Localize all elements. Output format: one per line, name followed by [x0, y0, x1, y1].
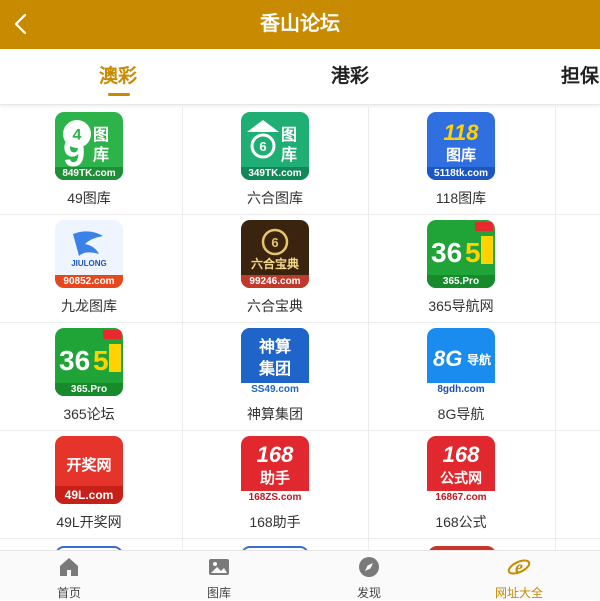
active-tab-indicator [108, 93, 130, 96]
page-title: 香山论坛 [260, 13, 340, 35]
svg-text:图库: 图库 [446, 146, 476, 164]
site-tile-16867[interactable]: 168 公式网 16867.com 168公式 [368, 430, 554, 538]
site-label: 九龙图库 [61, 298, 117, 314]
browser-e-icon: e [507, 557, 531, 577]
svg-text:5: 5 [93, 345, 109, 376]
site-tile-99246[interactable]: 6 六合宝典 99246.com 六合宝典 [182, 214, 368, 322]
site-logo-icon: 118 图库 5118tk.com [427, 112, 495, 180]
svg-text:神算: 神算 [259, 337, 291, 356]
site-tile-5118tk[interactable]: 118 图库 5118tk.com 118图库 [368, 106, 554, 214]
site-tile-365pro-forum[interactable]: 36 5 365.Pro 365论坛 [0, 322, 182, 430]
compass-icon [359, 557, 379, 577]
site-grid: 4 9 图 库 849TK.com 49图库 6 图 库 349TK.com 六… [0, 106, 600, 550]
site-logo-icon: 神算 集团 SS49.com [241, 328, 309, 396]
svg-text:5: 5 [465, 237, 481, 268]
site-tile-168zs[interactable]: 168 助手 168ZS.com 168助手 [182, 430, 368, 538]
site-domain: 5118tk.com [427, 167, 495, 180]
site-domain: 16867.com [427, 491, 495, 504]
nav-home[interactable]: 首页 [19, 551, 119, 601]
site-label: 六合图库 [247, 190, 303, 206]
svg-text:开奖网: 开奖网 [66, 456, 111, 474]
site-domain: 365.Pro [55, 383, 123, 396]
site-label: 365导航网 [428, 298, 494, 314]
site-logo-icon: 开奖网 49L.com [55, 436, 123, 504]
svg-text:6: 6 [259, 139, 266, 154]
category-tabs: 澳彩 港彩 担保 [0, 49, 600, 105]
site-logo-icon: 6 图 库 349TK.com [241, 112, 309, 180]
svg-text:库: 库 [281, 145, 297, 164]
site-tile-349tk[interactable]: 6 图 库 349TK.com 六合图库 [182, 106, 368, 214]
site-domain: 49L.com [55, 486, 123, 504]
nav-label: 首页 [56, 586, 81, 600]
nav-label: 网址大全 [494, 586, 543, 600]
site-label: 六合宝典 [247, 298, 303, 314]
grid-divider [555, 106, 556, 550]
nav-gallery[interactable]: 图库 [169, 551, 269, 601]
nav-site-directory[interactable]: e 网址大全 [469, 551, 569, 601]
site-tile-ss49[interactable]: 神算 集团 SS49.com 神算集团 [182, 322, 368, 430]
svg-text:168: 168 [257, 442, 294, 467]
nav-discover[interactable]: 发现 [319, 551, 419, 601]
site-tile-8gdh[interactable]: 8G 导航 8gdh.com 8G导航 [368, 322, 554, 430]
site-domain: 99246.com [241, 275, 309, 288]
image-icon [209, 559, 229, 575]
svg-text:图: 图 [93, 125, 109, 144]
svg-text:助手: 助手 [260, 469, 290, 487]
tab-hongkong[interactable]: 港彩 [331, 49, 369, 105]
site-domain: SS49.com [241, 383, 309, 396]
bottom-nav: 首页 图库 发现 e 网址大全 [0, 550, 600, 600]
svg-text:168: 168 [443, 442, 480, 467]
site-domain: 349TK.com [241, 167, 309, 180]
site-logo-icon: 4 9 图 库 849TK.com [55, 112, 123, 180]
top-bar: 香山论坛 [0, 0, 600, 49]
site-logo-icon: 36 5 365.Pro [55, 328, 123, 396]
site-label: 神算集团 [247, 406, 303, 422]
site-domain: 365.Pro [427, 275, 495, 288]
site-logo-icon: 8G 导航 8gdh.com [427, 328, 495, 396]
site-label: 49L开奖网 [56, 514, 122, 530]
site-logo-icon: 36 5 365.Pro [427, 220, 495, 288]
svg-text:JIULONG: JIULONG [71, 259, 107, 268]
site-label: 8G导航 [437, 406, 485, 422]
site-domain: 90852.com [55, 275, 123, 288]
svg-text:六合宝典: 六合宝典 [251, 256, 299, 271]
site-label: 168公式 [435, 514, 487, 530]
site-label: 168助手 [249, 514, 301, 530]
site-domain: 8gdh.com [427, 383, 495, 396]
svg-text:118: 118 [443, 120, 479, 145]
site-label: 118图库 [435, 190, 487, 206]
site-tile-49l[interactable]: 开奖网 49L.com 49L开奖网 [0, 430, 182, 538]
svg-text:导航: 导航 [467, 352, 491, 367]
svg-text:公式网: 公式网 [440, 470, 482, 487]
svg-text:集团: 集团 [258, 359, 291, 378]
site-label: 365论坛 [63, 406, 115, 422]
svg-text:8G: 8G [433, 346, 462, 371]
svg-text:36: 36 [431, 237, 462, 268]
site-label: 49图库 [67, 190, 111, 206]
grid-divider [0, 538, 600, 539]
nav-label: 图库 [206, 586, 231, 600]
svg-text:图: 图 [281, 125, 297, 144]
site-logo-icon: JIULONG 90852.com [55, 220, 123, 288]
svg-text:36: 36 [59, 345, 90, 376]
nav-label: 发现 [356, 586, 381, 600]
site-logo-icon: 168 公式网 16867.com [427, 436, 495, 504]
home-icon [60, 558, 78, 576]
tab-guarantee[interactable]: 担保 [561, 49, 599, 105]
tab-macau[interactable]: 澳彩 [99, 49, 137, 105]
svg-text:e: e [515, 557, 523, 577]
svg-text:6: 6 [271, 235, 278, 250]
site-logo-icon: 6 六合宝典 99246.com [241, 220, 309, 288]
site-domain: 168ZS.com [241, 491, 309, 504]
site-domain: 849TK.com [55, 167, 123, 180]
site-tile-365pro-nav[interactable]: 36 5 365.Pro 365导航网 [368, 214, 554, 322]
svg-text:库: 库 [93, 145, 109, 164]
site-logo-icon: 168 助手 168ZS.com [241, 436, 309, 504]
site-tile-49tk[interactable]: 4 9 图 库 849TK.com 49图库 [0, 106, 182, 214]
site-tile-jiulong[interactable]: JIULONG 90852.com 九龙图库 [0, 214, 182, 322]
